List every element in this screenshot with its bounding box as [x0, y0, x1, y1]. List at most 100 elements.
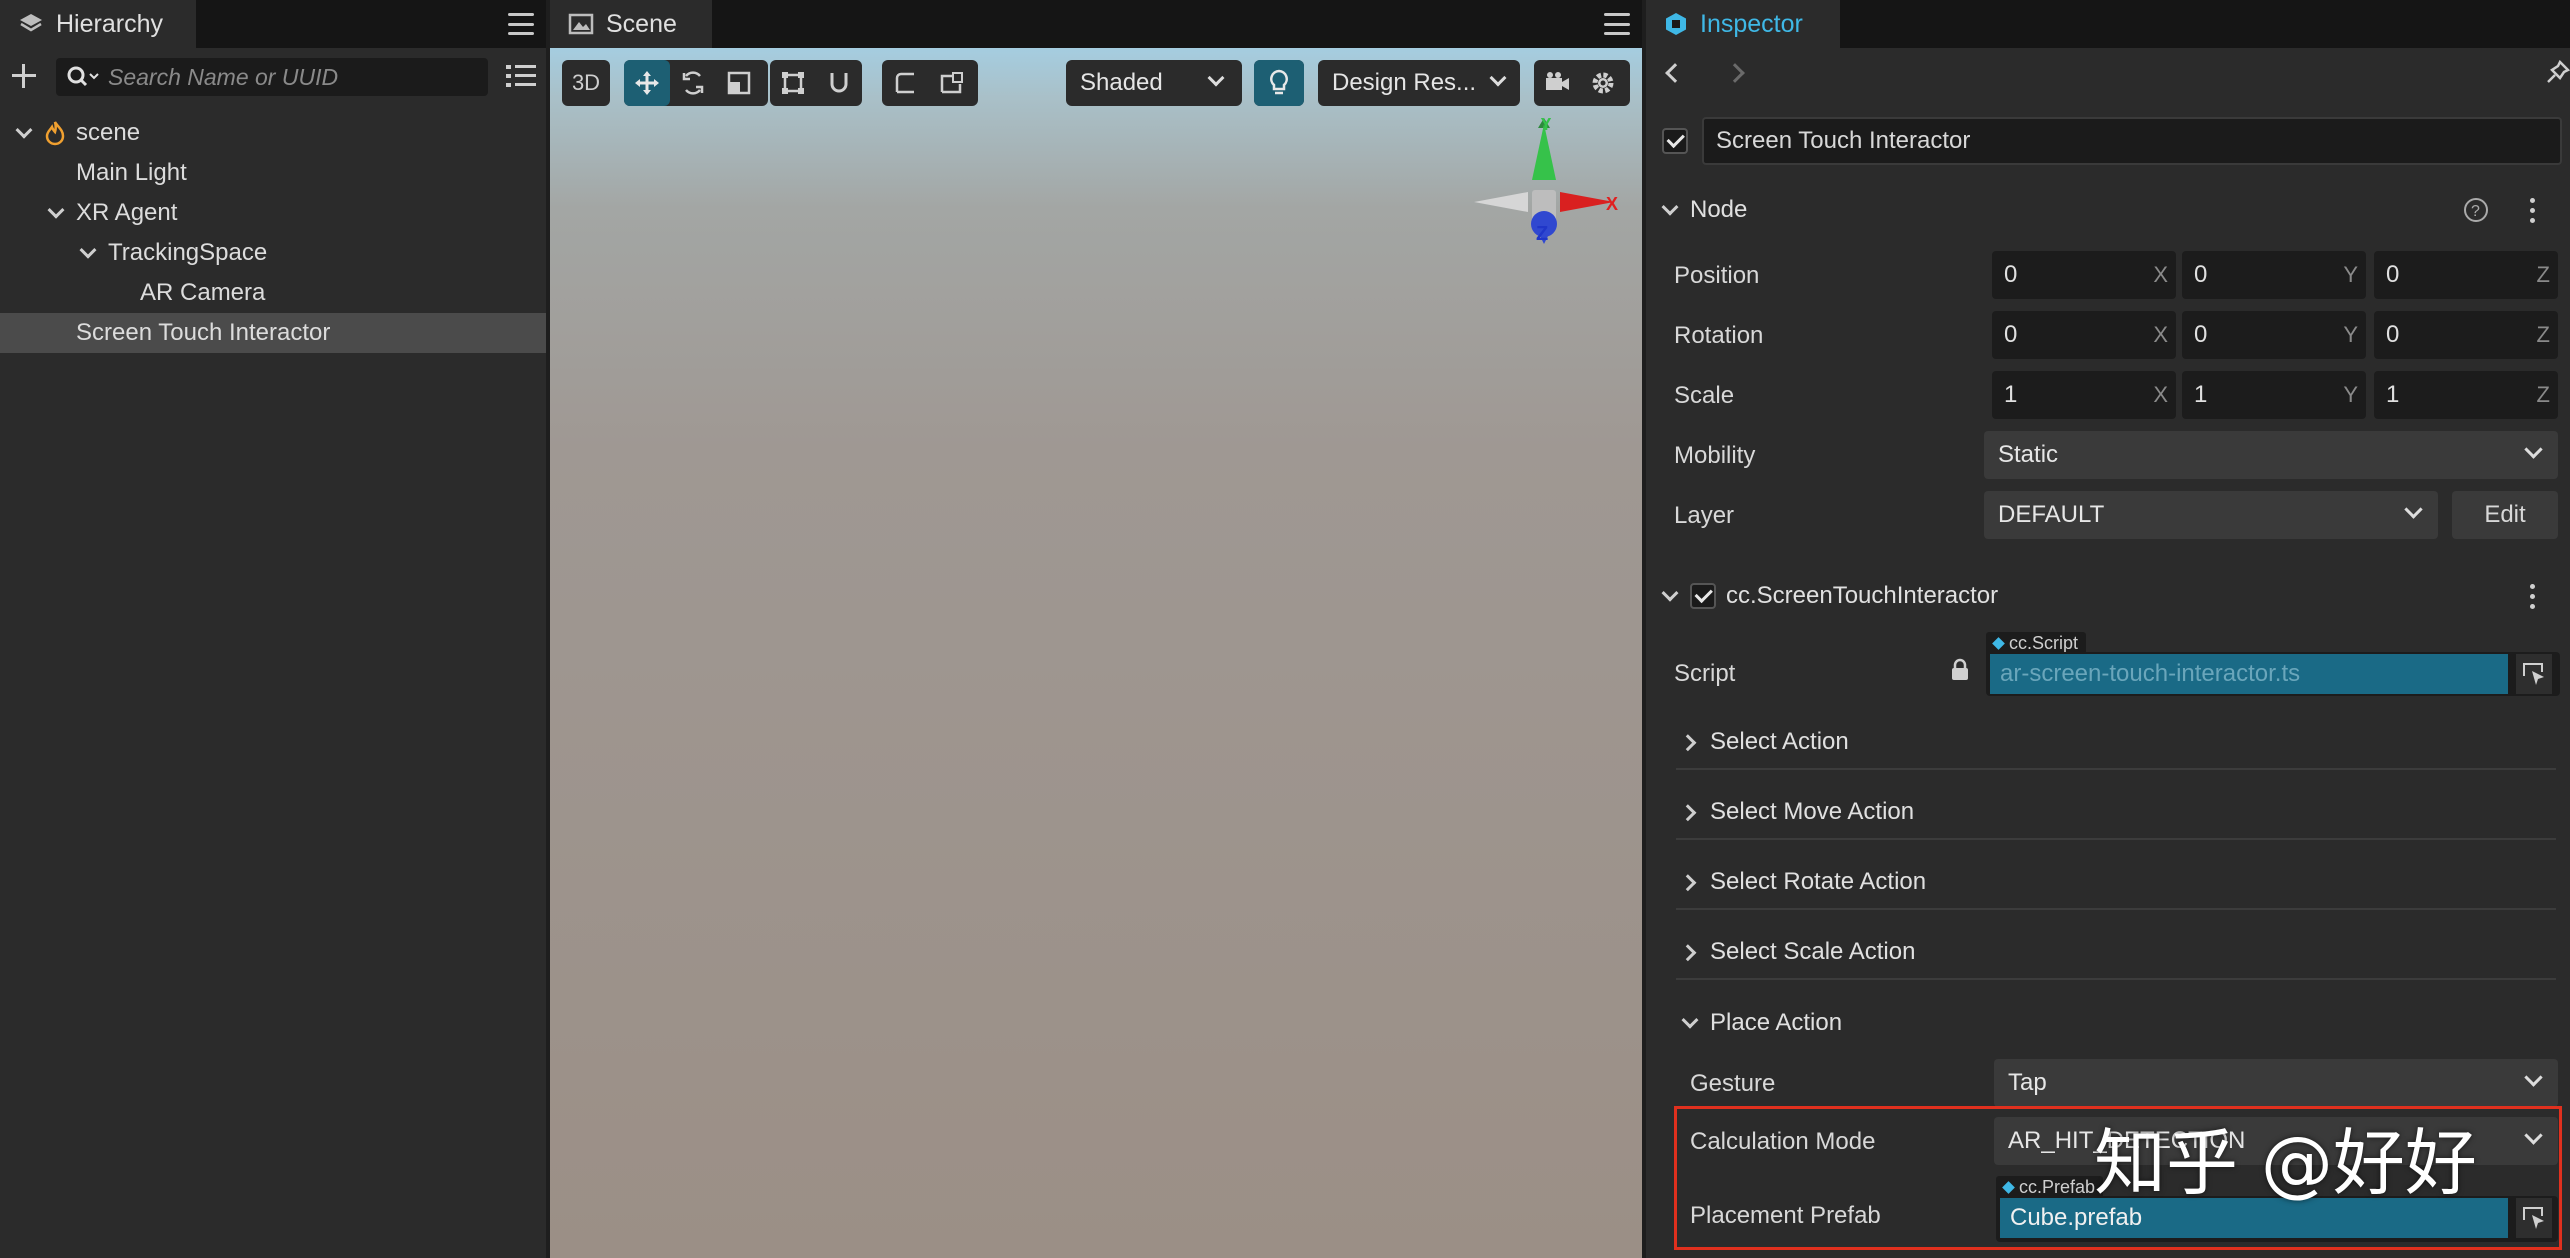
axis-y-label: Y: [2343, 262, 2358, 287]
orientation-gizmo[interactable]: Y X Z: [1470, 118, 1620, 268]
place-action-foldout[interactable]: Place Action: [1676, 996, 2556, 1050]
rect-tool-icon[interactable]: [770, 60, 816, 106]
rotation-z-field[interactable]: 0Z: [2374, 311, 2558, 359]
rotation-z-value: 0: [2386, 321, 2400, 348]
tree-node-screen-touch-interactor[interactable]: Screen Touch Interactor: [0, 313, 546, 353]
scale-label: Scale: [1674, 382, 1735, 409]
select-action-foldout[interactable]: Select Action: [1676, 716, 2556, 770]
tree-node-label: XR Agent: [76, 199, 178, 226]
rotation-y-value: 0: [2194, 321, 2208, 348]
select-scale-action-foldout[interactable]: Select Scale Action: [1676, 926, 2556, 980]
position-x-field[interactable]: 0X: [1992, 251, 2176, 299]
scale-y-field[interactable]: 1Y: [2182, 371, 2366, 419]
design-resolution-value: Design Res...: [1332, 69, 1477, 96]
layer-dropdown[interactable]: DEFAULT: [1984, 491, 2438, 539]
position-x-value: 0: [2004, 261, 2018, 288]
select-rotate-action-foldout[interactable]: Select Rotate Action: [1676, 856, 2556, 910]
action-label: Select Move Action: [1710, 798, 1915, 825]
chevron-down-icon: [2404, 500, 2423, 519]
move-tool-icon[interactable]: [624, 60, 670, 106]
mode-toggle[interactable]: 3D: [562, 60, 610, 106]
chevron-down-icon[interactable]: [78, 243, 98, 263]
mobility-dropdown[interactable]: Static: [1984, 431, 2558, 479]
prefab-type-tag: cc.Prefab: [1996, 1176, 2104, 1198]
asset-picker-icon: [2523, 663, 2544, 685]
hierarchy-menu-icon[interactable]: [506, 10, 536, 38]
axis-z-label: Z: [2536, 262, 2550, 287]
tab-hierarchy[interactable]: Hierarchy: [0, 0, 196, 48]
design-resolution-dropdown[interactable]: Design Res...: [1318, 60, 1520, 106]
node-active-checkbox[interactable]: [1662, 128, 1688, 154]
chevron-down-icon[interactable]: [14, 123, 34, 143]
search-input[interactable]: [108, 63, 448, 91]
transform-tools: [624, 60, 768, 106]
tree-node-tracking-space[interactable]: TrackingSpace: [0, 233, 546, 273]
node-name-input[interactable]: Screen Touch Interactor: [1702, 117, 2562, 165]
position-label: Position: [1674, 262, 1760, 289]
axis-y-label: Y: [2343, 322, 2358, 347]
shading-dropdown[interactable]: Shaded: [1066, 60, 1242, 106]
search-box: [56, 58, 488, 96]
scene-menu-icon[interactable]: [1602, 10, 1632, 38]
scale-z-field[interactable]: 1Z: [2374, 371, 2558, 419]
tab-inspector[interactable]: Inspector: [1646, 0, 1840, 48]
node-section-header[interactable]: Node: [1660, 186, 2556, 234]
scale-y-value: 1: [2194, 381, 2208, 408]
select-move-action-foldout[interactable]: Select Move Action: [1676, 786, 2556, 840]
rotate-tool-icon[interactable]: [670, 60, 716, 106]
tree-node-main-light[interactable]: Main Light: [0, 153, 546, 193]
component-enabled-checkbox[interactable]: [1690, 583, 1716, 609]
gesture-dropdown[interactable]: Tap: [1994, 1059, 2558, 1107]
prefab-type-label: cc.Prefab: [2019, 1176, 2096, 1197]
help-icon[interactable]: ?: [2462, 196, 2490, 224]
chevron-down-icon[interactable]: [46, 203, 66, 223]
tree-node-ar-camera[interactable]: AR Camera: [0, 273, 546, 313]
position-z-field[interactable]: 0Z: [2374, 251, 2558, 299]
gesture-value: Tap: [2008, 1069, 2047, 1096]
chevron-down-icon: [1489, 69, 1507, 87]
node-more-icon[interactable]: [2528, 198, 2536, 223]
script-label: Script: [1674, 660, 1736, 687]
pivot-icon[interactable]: [882, 60, 928, 106]
tab-scene[interactable]: Scene: [550, 0, 712, 48]
scene-viewport[interactable]: 3D Shaded Design Res... Y X Z: [550, 48, 1642, 1258]
prefab-pick-button[interactable]: [2516, 1198, 2552, 1238]
tree-node-label: TrackingSpace: [108, 239, 268, 266]
scale-tool-icon[interactable]: [716, 60, 762, 106]
search-icon[interactable]: [66, 65, 100, 89]
script-asset-field[interactable]: ar-screen-touch-interactor.ts: [1990, 654, 2508, 694]
layer-value: DEFAULT: [1998, 501, 2105, 528]
gizmo-axis-x: X: [1606, 194, 1618, 214]
tree-node-scene[interactable]: scene: [0, 113, 546, 153]
component-header[interactable]: cc.ScreenTouchInteractor: [1660, 572, 2556, 620]
scene-panel: Scene 3D Shaded Design Res... Y X Z: [550, 0, 1642, 1258]
axis-y-label: Y: [2343, 382, 2358, 407]
gear-icon[interactable]: [1580, 60, 1626, 106]
local-global-icon[interactable]: [928, 60, 974, 106]
action-label: Select Scale Action: [1710, 938, 1916, 965]
script-pick-button[interactable]: [2516, 654, 2552, 694]
watermark: 知乎 @好好: [2094, 1121, 2477, 1205]
scale-x-field[interactable]: 1X: [1992, 371, 2176, 419]
pin-icon[interactable]: [2546, 60, 2570, 86]
lightbulb-icon[interactable]: [1254, 60, 1304, 106]
rotation-y-field[interactable]: 0Y: [2182, 311, 2366, 359]
mode-3d-button[interactable]: 3D: [562, 60, 610, 106]
camera-icon[interactable]: [1534, 60, 1580, 106]
chevron-right-icon: [1680, 802, 1700, 822]
rotation-x-field[interactable]: 0X: [1992, 311, 2176, 359]
snap-magnet-icon[interactable]: [816, 60, 862, 106]
position-y-field[interactable]: 0Y: [2182, 251, 2366, 299]
add-node-icon[interactable]: [10, 62, 38, 90]
chevron-down-icon: [2524, 1126, 2543, 1145]
back-arrow-icon[interactable]: [1665, 63, 1685, 83]
lighting-toggle[interactable]: [1254, 60, 1304, 106]
layer-edit-button[interactable]: Edit: [2452, 491, 2558, 539]
component-more-icon[interactable]: [2528, 584, 2536, 609]
tree-node-label: Main Light: [76, 159, 187, 186]
hierarchy-tree: scene Main Light XR Agent TrackingSpace …: [0, 113, 546, 353]
list-view-icon[interactable]: [506, 64, 536, 88]
tree-node-xr-agent[interactable]: XR Agent: [0, 193, 546, 233]
scene-tabbar: Scene: [550, 0, 1642, 48]
forward-arrow-icon[interactable]: [1725, 63, 1745, 83]
